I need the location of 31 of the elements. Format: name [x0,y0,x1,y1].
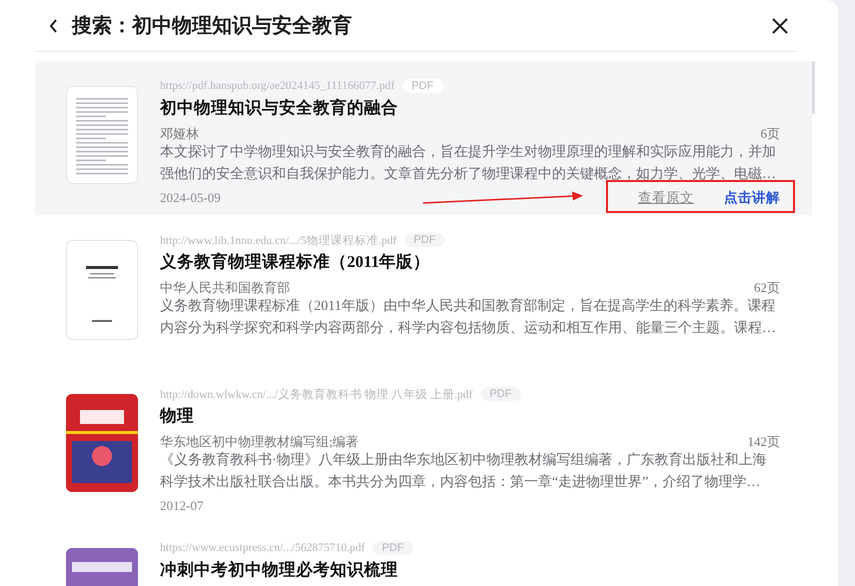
result-url: https://www.ecustpress.cn/.../562875710.pdf [160,542,365,554]
back-icon[interactable] [49,18,58,32]
file-type-tag: PDF [480,387,521,401]
file-type-tag: PDF [402,79,443,93]
result-description: 《义务教育教科书·物理》八年级上册由华东地区初中物理教材编写组编著，广东教育出版社和上海科学技术出版社联合出版。本书共分为四章，内容包括：第一章“走进物理世界”，介绍了物理学… [160,451,768,492]
page-count: 142页 [748,433,780,450]
result-title: 冲刺中考初中物理必考知识梳理 [160,559,399,581]
result-author: 中华人民共和国教育部 [160,279,290,296]
page-count: 6页 [760,125,780,142]
result-author: 邓娅林 [160,125,199,142]
close-icon[interactable] [772,18,788,34]
result-title: 初中物理知识与安全教育的融合 [160,97,399,119]
result-url: http://www.lib.1nnu.edu.cn/.../5物理课程标准.pdf [160,234,397,248]
result-author: 华东地区初中物理教材编写组;编著 [160,433,359,450]
result-url: http://down.wlwkw.cn/.../义务教育教科书 物理 八年级 上册.pdf [160,387,473,402]
dialog-title: 搜索：初中物理知识与安全教育 [72,13,353,39]
result-title: 义务教育物理课程标准（2011年版） [160,251,432,273]
search-result[interactable]: https://pdf.hanspub.org/ae2024145_111166077.pdf PDF 初中物理知识与安全教育的融合 邓娅林 6页 本文探讨了中学物理知识与安全教育的融合，旨在提升学生对物理原理的理解和实际应用能力，并加强他们的安全意识和自我保护能力。文章首先分析了物理课程中的关键概念，如力学、光学、电磁… 2024-05-09 查看原文 点击讲解 [35,61,812,215]
result-description: 义务教育物理课程标准（2011年版）由中华人民共和国教育部制定，旨在提高学生的科学素养。课程内容分为科学探究和科学内容两部分，科学内容包括物质、运动和相互作用、能量三个主题。课程… [160,297,777,338]
explain-link[interactable]: 点击讲解 [724,189,780,207]
result-title: 物理 [160,405,195,427]
file-type-tag: PDF [372,541,413,555]
search-result[interactable]: https://www.ecustpress.cn/.../562875710.pdf PDF 冲刺中考初中物理必考知识梳理 [35,523,812,586]
search-result[interactable]: http://down.wlwkw.cn/.../义务教育教科书 物理 八年级 上册.pdf PDF 物理 华东地区初中物理教材编写组;编著 142页 《义务教育教科书·物理》八年级上册由华东地区初中物理教材编写组编著，广东教育出版社和上海科学技术出版社联合出版。本书共分为四章，内容包括：第一章“走进物理世界”，介绍了物理学… 2012-07 [35,369,812,523]
result-url: https://pdf.hanspub.org/ae2024145_111166077.pdf [160,80,395,92]
result-date: 2024-05-09 [160,189,221,207]
page-count: 62页 [754,279,780,296]
file-type-tag: PDF [404,233,445,247]
result-description: 本文探讨了中学物理知识与安全教育的融合，旨在提升学生对物理原理的理解和实际应用能力，并加强他们的安全意识和自我保护能力。文章首先分析了物理课程中的关键概念，如力学、光学、电磁… [160,143,777,184]
search-result[interactable]: http://www.lib.1nnu.edu.cn/.../5物理课程标准.pdf PDF 义务教育物理课程标准（2011年版） 中华人民共和国教育部 62页 义务教育物理课程标准（2011年版）由中华人民共和国教育部制定，旨在提高学生的科学素养。课程内容分为科学探究和科学内容两部分，科学内容包括物质、运动和相互作用、能量三个主题。课程… [35,215,812,369]
result-date: 2012-07 [160,497,204,515]
